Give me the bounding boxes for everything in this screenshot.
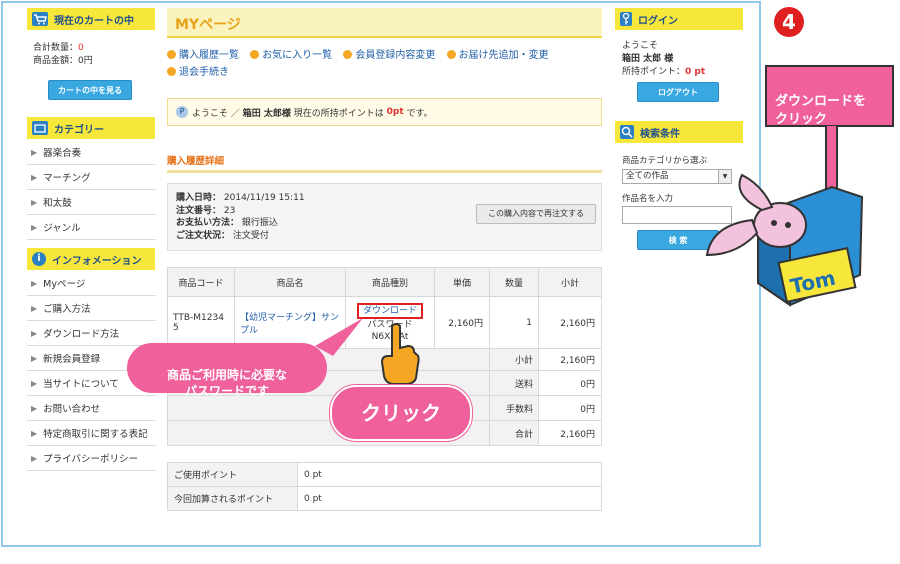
login-header: ログイン	[615, 8, 743, 30]
info-header: i インフォメーション	[27, 248, 155, 270]
link-favorites[interactable]: お気に入り一覧	[250, 50, 332, 61]
unit-price: 2,160円	[434, 296, 490, 349]
chevron-right-icon: ▶	[31, 328, 38, 338]
login-title: ログイン	[638, 15, 678, 27]
category-item[interactable]: ▶ ジャンル	[27, 215, 156, 240]
chevron-right-icon: ▶	[31, 147, 38, 157]
info-item[interactable]: ▶ プライバシーポリシー	[27, 446, 156, 471]
points-row: ご使用ポイント 0 pt	[167, 462, 602, 487]
order-date: 購入日時： 2014/11/19 15:11	[176, 193, 305, 203]
points-row: 今回加算されるポイント 0 pt	[167, 486, 602, 511]
info-item[interactable]: ▶ お問い合わせ	[27, 396, 156, 421]
column-header: 商品種別	[345, 267, 435, 297]
category-header: カテゴリー	[27, 117, 155, 139]
bullet-icon	[167, 67, 176, 76]
step-number-badge: 4	[774, 7, 804, 37]
bullet-icon	[250, 50, 260, 59]
info-item[interactable]: ▶ Myページ	[27, 271, 156, 296]
info-item[interactable]: ▶ ダウンロード方法	[27, 321, 156, 346]
chevron-right-icon: ▶	[31, 222, 38, 232]
cart-title: 現在のカートの中	[54, 15, 134, 27]
page-title: MYページ	[175, 17, 241, 33]
column-header: 小計	[538, 267, 602, 297]
search-header: 検索条件	[615, 121, 743, 143]
points-table: ご使用ポイント 0 pt 今回加算されるポイント 0 pt	[167, 462, 602, 511]
login-info: ようこそ 箱田 太郎 様 所持ポイント：0 pt	[622, 41, 706, 77]
download-hint-sign: ダウンロードを クリック	[765, 65, 894, 127]
pointing-hand-icon	[380, 323, 420, 385]
name-input-label: 作品名を入力	[622, 194, 674, 204]
cart-price: 商品金額：0円	[33, 56, 93, 66]
mypage-links: 購入履歴一覧 お気に入り一覧 会員登録内容変更 お届け先追加・変更 退会手続き	[167, 47, 607, 81]
category-item[interactable]: ▶ 和太鼓	[27, 190, 156, 215]
column-header: 商品コード	[167, 267, 235, 297]
chevron-right-icon: ▶	[31, 453, 38, 463]
cart-icon	[32, 12, 48, 26]
bullet-icon	[343, 50, 353, 59]
link-member-edit[interactable]: 会員登録内容変更	[343, 50, 435, 61]
cart-qty: 合計数量：0	[33, 43, 84, 53]
download-link[interactable]: ダウンロード	[356, 302, 423, 319]
history-title: 購入履歴詳細	[167, 153, 602, 173]
info-item[interactable]: ▶ ご購入方法	[27, 296, 156, 321]
chevron-right-icon: ▶	[31, 303, 38, 313]
search-icon	[620, 125, 634, 139]
order-status: ご注文状況： 注文受付	[176, 230, 269, 241]
cart-header: 現在のカートの中	[27, 8, 155, 30]
order-info-box: 購入日時： 2014/11/19 15:11 注文番号： 23 お支払い方法： …	[167, 183, 602, 251]
mascot-box-illustration	[705, 173, 864, 307]
folder-icon	[32, 121, 48, 135]
bubble-tail	[315, 318, 363, 356]
category-item[interactable]: ▶ 器楽合奏	[27, 140, 156, 165]
column-header: 商品名	[234, 267, 346, 297]
chevron-right-icon: ▶	[31, 428, 38, 438]
bullet-icon	[167, 50, 176, 59]
chevron-right-icon: ▶	[31, 197, 38, 207]
info-icon: i	[32, 252, 46, 266]
logout-button[interactable]: ログアウト	[637, 82, 719, 102]
category-list: ▶ 器楽合奏 ▶ マーチング ▶ 和太鼓 ▶ ジャンル	[27, 140, 156, 240]
points-icon: P	[176, 106, 188, 118]
chevron-right-icon: ▶	[31, 278, 38, 288]
reorder-button[interactable]: この購入内容で再注文する	[476, 204, 596, 224]
bullet-icon	[446, 50, 456, 59]
chevron-right-icon: ▶	[31, 172, 38, 182]
table-header-row: 商品コード 商品名 商品種別 単価 数量 小計	[167, 267, 602, 297]
product-code: TTB-M12345	[167, 296, 235, 349]
column-header: 単価	[434, 267, 490, 297]
subtotal: 2,160円	[538, 296, 602, 349]
key-icon	[620, 12, 632, 26]
chevron-right-icon: ▶	[31, 378, 38, 388]
chevron-right-icon: ▶	[31, 353, 38, 363]
info-item[interactable]: ▶ 特定商取引に関する表記	[27, 421, 156, 446]
column-header: 数量	[489, 267, 539, 297]
view-cart-button[interactable]: カートの中を見る	[48, 80, 132, 100]
category-item[interactable]: ▶ マーチング	[27, 165, 156, 190]
link-withdraw[interactable]: 退会手続き	[167, 67, 229, 78]
info-title: インフォメーション	[52, 255, 142, 267]
quantity: 1	[489, 296, 539, 349]
welcome-box: P ようこそ ／ 箱田 太郎様 現在の所持ポイントは 0pt です。	[167, 98, 602, 126]
link-purchase-history[interactable]: 購入履歴一覧	[167, 50, 239, 61]
click-hint-bubble: クリック	[330, 385, 472, 441]
category-title: カテゴリー	[54, 124, 104, 136]
password-hint-bubble: 商品ご利用時に必要な パスワードです	[127, 343, 327, 398]
link-delivery[interactable]: お届け先追加・変更	[446, 50, 549, 61]
chevron-right-icon: ▶	[31, 403, 38, 413]
category-select-label: 商品カテゴリから選ぶ	[622, 156, 708, 166]
page-title-bar: MYページ	[167, 8, 602, 38]
search-title: 検索条件	[640, 128, 680, 140]
